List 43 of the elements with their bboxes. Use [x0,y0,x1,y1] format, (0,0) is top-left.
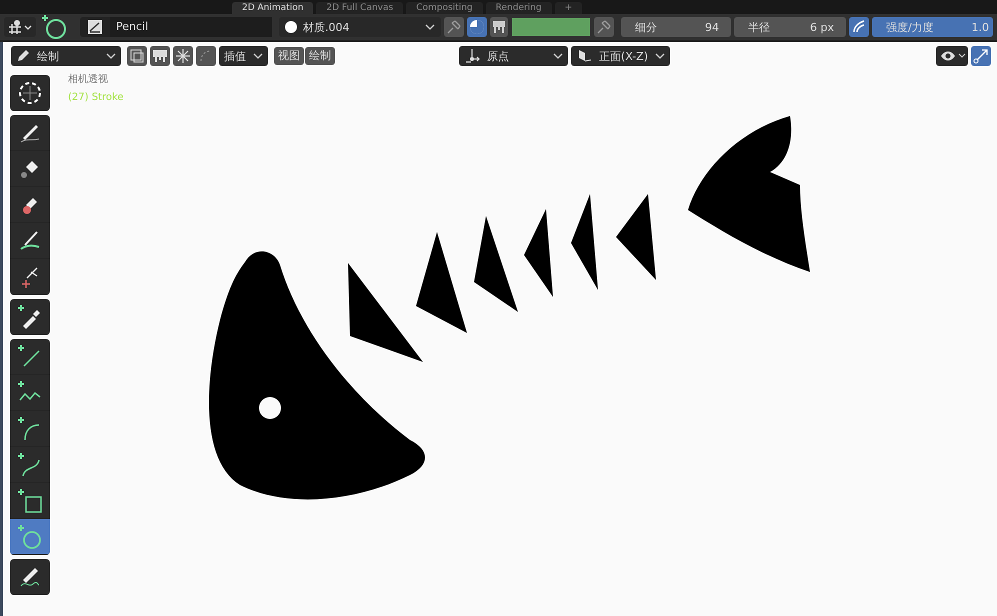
color-swatch[interactable] [511,17,591,37]
pivot-icon [464,48,480,64]
chevron-down-icon [425,23,435,31]
workspace-tab[interactable]: 2D Animation [232,2,314,14]
brush-field[interactable]: Pencil [80,17,272,37]
workspace-tab[interactable]: + [554,2,582,14]
cursor-icon [17,80,43,106]
chevron-down-icon [655,52,665,60]
object-name: (27) Stroke [68,91,125,105]
workspace-tab[interactable]: Rendering [486,2,552,14]
brush-icon [88,20,102,34]
tool-settings-dropdown[interactable] [4,17,36,37]
subdivide-field[interactable]: 细分 94 [621,17,731,37]
layers-icon[interactable] [127,46,147,66]
gizmo-icon[interactable] [971,46,991,66]
menu-button[interactable]: 绘制 [305,47,335,65]
menu-button[interactable]: 视图 [274,47,304,65]
pressure-icon[interactable] [849,17,869,37]
mode-dropdown[interactable]: 绘制 [11,46,121,66]
material-dropdown[interactable]: 材质.004 [279,17,441,37]
box-icon [17,488,43,514]
add-circle-icon [41,14,67,40]
plane-dropdown[interactable]: 正面(X-Z) [570,46,670,66]
vertex-color-icon[interactable] [490,17,508,37]
view-name: 相机透视 [68,72,109,87]
snowflake-icon[interactable] [173,46,193,66]
chevron-down-icon [253,52,263,60]
multiframe-icon[interactable] [150,46,170,66]
curve-edit-icon[interactable] [196,46,216,66]
color-mode-icon[interactable] [467,17,487,37]
eyedropper-icon [17,304,43,330]
chevron-down-icon [106,52,116,60]
pivot-dropdown[interactable]: 原点 [458,46,568,66]
radius-field[interactable]: 半径 6 px [734,17,846,37]
visibility-dropdown-icon[interactable] [936,46,968,66]
chevron-down-icon [552,52,563,60]
workspace-tab[interactable]: 2D Full Canvas [316,2,404,14]
strength-slider[interactable]: 强度/力度 1.0 [872,17,993,37]
workspace-tab[interactable]: Compositing [406,2,483,14]
interpolate-dropdown[interactable]: 插值 [219,46,268,66]
circle-icon [17,524,43,550]
circle-tool[interactable] [10,519,50,555]
pencil-icon [16,49,30,63]
